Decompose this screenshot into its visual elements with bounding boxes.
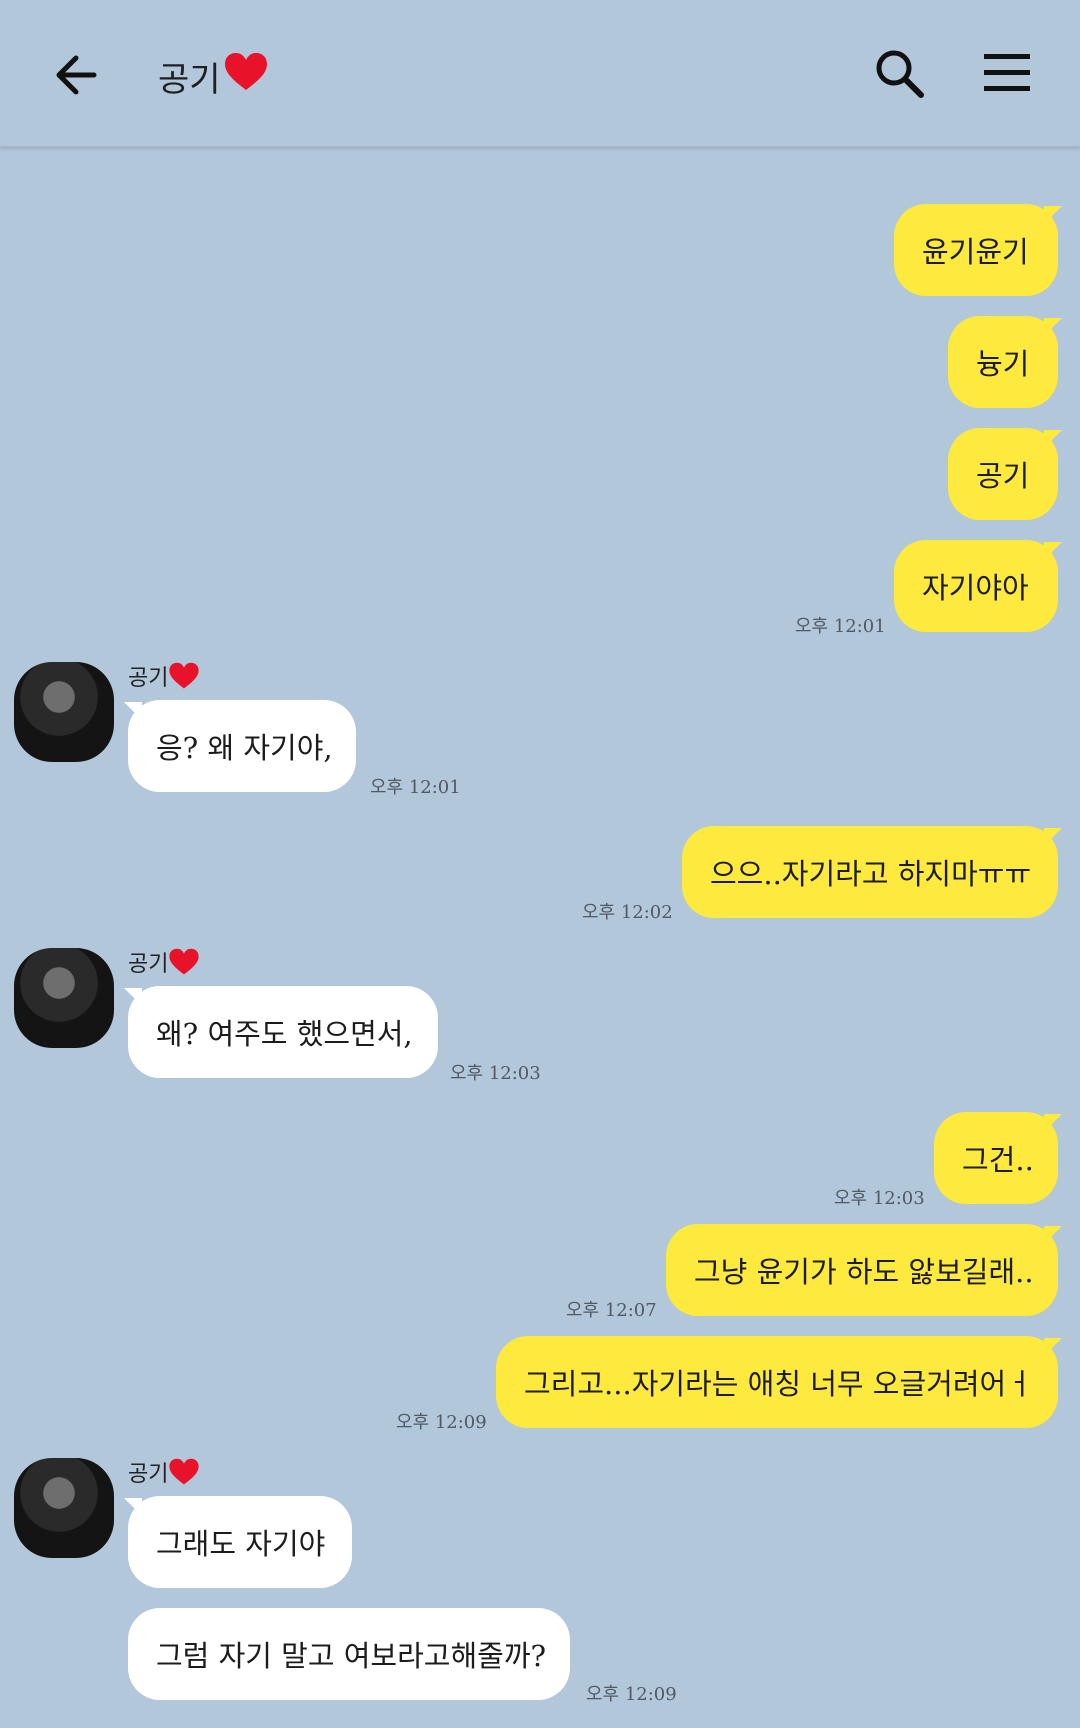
message-text: 응? 왜 자기야, <box>156 731 333 765</box>
sender-name: 공기 <box>128 1456 200 1488</box>
sent-message-bubble[interactable]: 늉기 <box>948 316 1058 408</box>
received-message-bubble[interactable]: 그럼 자기 말고 여보라고해줄까? <box>128 1608 570 1700</box>
contact-avatar[interactable] <box>14 1458 114 1558</box>
heart-icon <box>223 52 269 101</box>
message-text: 그건.. <box>962 1143 1034 1177</box>
sent-message-bubble[interactable]: 윤기윤기 <box>894 204 1058 296</box>
received-message-bubble[interactable]: 왜? 여주도 했으면서, <box>128 986 438 1078</box>
message-timestamp: 오후 12:09 <box>586 1684 677 1705</box>
back-arrow-icon[interactable] <box>50 48 104 102</box>
search-icon[interactable] <box>872 46 928 102</box>
received-message-bubble[interactable]: 응? 왜 자기야, <box>128 700 356 792</box>
sent-message-bubble[interactable]: 그리고...자기라는 애칭 너무 오글거려어ㅓ <box>496 1336 1058 1428</box>
hamburger-menu-icon[interactable] <box>982 50 1032 96</box>
message-timestamp: 오후 12:03 <box>834 1188 925 1209</box>
contact-avatar[interactable] <box>14 662 114 762</box>
contact-avatar[interactable] <box>14 948 114 1048</box>
sent-message-bubble[interactable]: 그냥 윤기가 하도 앓보길래.. <box>666 1224 1058 1316</box>
message-text: 그래도 자기야 <box>156 1527 326 1561</box>
sent-message-bubble[interactable]: 으으..자기라고 하지마ㅠㅠ <box>682 826 1058 918</box>
chat-title: 공기 <box>158 52 269 101</box>
message-timestamp: 오후 12:02 <box>582 902 673 923</box>
message-text: 왜? 여주도 했으면서, <box>156 1017 413 1051</box>
sender-name: 공기 <box>128 660 200 692</box>
message-text: 그럼 자기 말고 여보라고해줄까? <box>156 1639 547 1673</box>
heart-icon <box>169 1458 200 1485</box>
message-timestamp: 오후 12:09 <box>396 1412 487 1433</box>
message-timestamp: 오후 12:03 <box>450 1063 541 1084</box>
received-message-bubble[interactable]: 그래도 자기야 <box>128 1496 352 1588</box>
heart-icon <box>169 662 200 689</box>
message-text: 그리고...자기라는 애칭 너무 오글거려어ㅓ <box>524 1367 1033 1401</box>
message-text: 그냥 윤기가 하도 앓보길래.. <box>694 1255 1034 1289</box>
sender-name: 공기 <box>128 946 200 978</box>
sent-message-bubble[interactable]: 자기야아 <box>894 540 1058 632</box>
message-timestamp: 오후 12:07 <box>566 1300 657 1321</box>
sent-message-bubble[interactable]: 공기 <box>948 428 1058 520</box>
message-text: 늉기 <box>976 347 1030 381</box>
message-text: 윤기윤기 <box>922 235 1029 269</box>
message-timestamp: 오후 12:01 <box>370 777 461 798</box>
message-timestamp: 오후 12:01 <box>795 616 886 637</box>
heart-icon <box>169 948 200 975</box>
message-text: 공기 <box>976 459 1030 493</box>
message-text: 으으..자기라고 하지마ㅠㅠ <box>710 857 1032 891</box>
message-text: 자기야아 <box>922 571 1029 605</box>
sent-message-bubble[interactable]: 그건.. <box>934 1112 1058 1204</box>
contact-name: 공기 <box>158 60 221 100</box>
chat-header: 공기 <box>0 0 1080 147</box>
